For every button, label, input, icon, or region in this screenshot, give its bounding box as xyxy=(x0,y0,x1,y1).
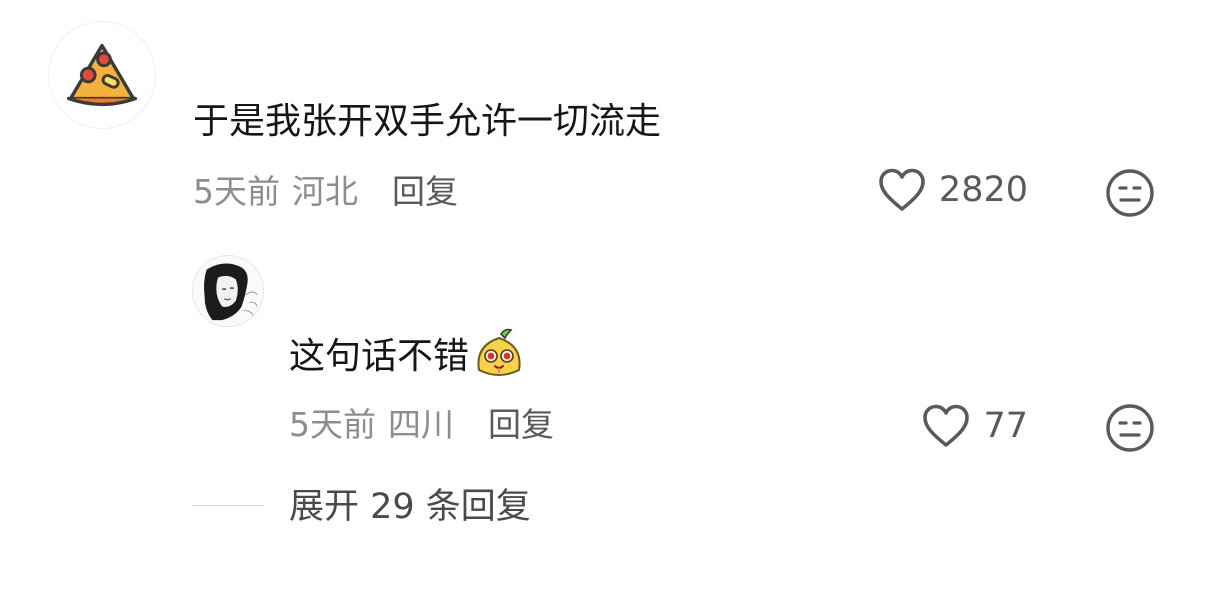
heart-outline-icon xyxy=(879,168,925,211)
avatar-reply[interactable] xyxy=(192,255,264,327)
comment-text: 于是我张开双手允许一切流走 xyxy=(193,101,662,142)
heart-outline-icon xyxy=(923,404,970,447)
reply-button[interactable]: 回复 xyxy=(392,170,458,214)
like-count: 77 xyxy=(983,406,1028,446)
reply-location: 四川 xyxy=(388,405,454,444)
comment-meta: 5天前 河北 回复 xyxy=(193,170,458,214)
comment-time: 5天前 xyxy=(193,172,280,211)
avatar-main[interactable] xyxy=(48,21,156,129)
reply-time: 5天前 xyxy=(289,405,376,444)
reply-button[interactable]: 回复 xyxy=(488,403,554,447)
meh-face-icon xyxy=(1106,404,1154,452)
like-button[interactable]: 77 xyxy=(921,402,1028,450)
dislike-button[interactable] xyxy=(1105,168,1155,218)
expand-replies-button[interactable]: 展开 29 条回复 xyxy=(289,484,531,530)
dislike-button[interactable] xyxy=(1105,403,1155,453)
divider-line xyxy=(192,505,264,506)
comment-thread: 于是我张开双手允许一切流走 5天前 河北 回复 2820 这句话不错 5天前 四… xyxy=(0,0,1206,594)
pizza-slice-icon xyxy=(66,43,138,107)
reply-text: 这句话不错 xyxy=(289,336,470,377)
reply-meta: 5天前 四川 回复 xyxy=(289,403,554,447)
meh-face-icon xyxy=(1106,169,1154,217)
like-count: 2820 xyxy=(938,170,1028,210)
like-button[interactable]: 2820 xyxy=(877,166,1028,214)
bun-sticker-icon xyxy=(471,326,527,382)
reply-text-row: 这句话不错 xyxy=(289,328,527,382)
sketch-portrait-icon xyxy=(193,256,263,326)
comment-location: 河北 xyxy=(292,172,358,211)
